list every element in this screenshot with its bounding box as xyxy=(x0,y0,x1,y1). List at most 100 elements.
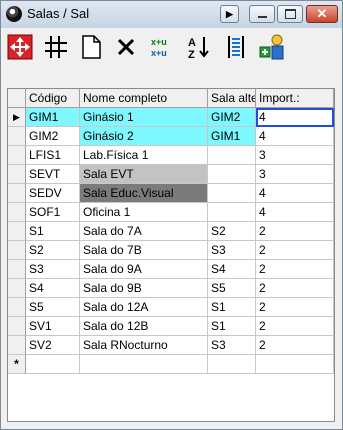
cell-importance[interactable]: 2 xyxy=(256,222,334,241)
cell-alt-room[interactable]: S4 xyxy=(208,260,256,279)
cell-name[interactable]: Oficina 1 xyxy=(80,203,208,222)
cell-name[interactable]: Sala do 7B xyxy=(80,241,208,260)
navigate-icon xyxy=(7,34,33,60)
cell-importance[interactable]: 4 xyxy=(256,184,334,203)
cell-name[interactable]: Ginásio 2 xyxy=(80,127,208,146)
table-row[interactable]: SOF1 Oficina 1 4 xyxy=(8,203,334,222)
cell-code[interactable]: S1 xyxy=(26,222,80,241)
cell-alt-room[interactable] xyxy=(208,165,256,184)
cell-importance[interactable]: 3 xyxy=(256,165,334,184)
table-row[interactable]: SV1 Sala do 12B S1 2 xyxy=(8,317,334,336)
cell-alt-room[interactable]: S5 xyxy=(208,279,256,298)
cell-importance[interactable]: 2 xyxy=(256,279,334,298)
cell-code[interactable]: GIM1 xyxy=(26,108,80,127)
cell-alt-room[interactable]: GIM2 xyxy=(208,108,256,127)
column-header-alt-room[interactable]: Sala alte xyxy=(208,89,256,108)
cell-alt-room[interactable] xyxy=(208,355,256,374)
new-table-row[interactable]: * xyxy=(8,355,334,374)
cell-code[interactable]: SEVT xyxy=(26,165,80,184)
cell-importance[interactable]: 4 xyxy=(256,108,334,127)
cell-name[interactable]: Lab.Física 1 xyxy=(80,146,208,165)
cell-alt-room[interactable] xyxy=(208,203,256,222)
cell-name[interactable]: Sala EVT xyxy=(80,165,208,184)
cell-importance[interactable]: 2 xyxy=(256,336,334,355)
sort-button[interactable]: A Z xyxy=(184,32,214,62)
table-row[interactable]: SEDV Sala Educ.Visual 4 xyxy=(8,184,334,203)
table-row[interactable]: ▶ GIM1 Ginásio 1 GIM2 4 xyxy=(8,108,334,127)
table-row[interactable]: LFIS1 Lab.Física 1 3 xyxy=(8,146,334,165)
column-button[interactable] xyxy=(221,32,251,62)
cell-importance[interactable]: 2 xyxy=(256,317,334,336)
table-row[interactable]: S2 Sala do 7B S3 2 xyxy=(8,241,334,260)
row-indicator xyxy=(8,317,26,336)
cell-code[interactable] xyxy=(26,355,80,374)
cell-alt-room[interactable]: S1 xyxy=(208,317,256,336)
cell-code[interactable]: S2 xyxy=(26,241,80,260)
cell-alt-room[interactable]: S2 xyxy=(208,222,256,241)
cell-importance[interactable]: 2 xyxy=(256,241,334,260)
title-bar[interactable]: Salas / Sal ▶ ✕ xyxy=(1,1,342,28)
column-icon xyxy=(228,36,244,58)
cell-importance[interactable]: 2 xyxy=(256,298,334,317)
cell-code[interactable]: GIM2 xyxy=(26,127,80,146)
toolbar: x+u x+u A Z xyxy=(1,28,342,66)
cell-importance[interactable]: 4 xyxy=(256,127,334,146)
rooms-table[interactable]: Código Nome completo Sala alte Import.: … xyxy=(7,88,335,422)
new-record-button[interactable] xyxy=(76,32,106,62)
minimize-icon xyxy=(250,6,274,22)
cell-code[interactable]: LFIS1 xyxy=(26,146,80,165)
cell-code[interactable]: S4 xyxy=(26,279,80,298)
cell-importance[interactable] xyxy=(256,355,334,374)
maximize-button[interactable] xyxy=(277,5,303,23)
cell-alt-room[interactable] xyxy=(208,146,256,165)
table-row[interactable]: SV2 Sala RNocturno S3 2 xyxy=(8,336,334,355)
cell-alt-room[interactable] xyxy=(208,184,256,203)
navigate-button[interactable] xyxy=(5,32,35,62)
row-indicator xyxy=(8,241,26,260)
cell-alt-room[interactable]: S3 xyxy=(208,241,256,260)
svg-text:Z: Z xyxy=(188,49,195,60)
cell-name[interactable]: Sala do 7A xyxy=(80,222,208,241)
cell-name[interactable]: Sala Educ.Visual xyxy=(80,184,208,203)
cell-code[interactable]: S5 xyxy=(26,298,80,317)
close-button[interactable]: ✕ xyxy=(306,5,338,23)
delete-button[interactable] xyxy=(111,32,141,62)
cell-alt-room[interactable]: S3 xyxy=(208,336,256,355)
cell-code[interactable]: SV1 xyxy=(26,317,80,336)
column-header-code[interactable]: Código xyxy=(26,89,80,108)
row-indicator xyxy=(8,279,26,298)
cell-name[interactable]: Sala do 12B xyxy=(80,317,208,336)
cell-alt-room[interactable]: S1 xyxy=(208,298,256,317)
table-row[interactable]: SEVT Sala EVT 3 xyxy=(8,165,334,184)
app-window: Salas / Sal ▶ ✕ x+u x+u A Z Código Nome … xyxy=(0,0,343,430)
cell-name[interactable] xyxy=(80,355,208,374)
column-header-name[interactable]: Nome completo xyxy=(80,89,208,108)
cell-importance[interactable]: 3 xyxy=(256,146,334,165)
column-header-importance[interactable]: Import.: xyxy=(256,89,334,108)
app-icon[interactable] xyxy=(6,6,22,22)
help-button[interactable]: ▶ xyxy=(220,5,239,23)
cell-name[interactable]: Sala RNocturno xyxy=(80,336,208,355)
minimize-button[interactable] xyxy=(249,5,275,23)
table-row[interactable]: S5 Sala do 12A S1 2 xyxy=(8,298,334,317)
row-indicator xyxy=(8,203,26,222)
table-row[interactable]: S3 Sala do 9A S4 2 xyxy=(8,260,334,279)
cell-code[interactable]: SOF1 xyxy=(26,203,80,222)
cell-name[interactable]: Sala do 9A xyxy=(80,260,208,279)
cell-name[interactable]: Sala do 9B xyxy=(80,279,208,298)
table-row[interactable]: S4 Sala do 9B S5 2 xyxy=(8,279,334,298)
table-row[interactable]: GIM2 Ginásio 2 GIM1 4 xyxy=(8,127,334,146)
cell-importance[interactable]: 2 xyxy=(256,260,334,279)
cell-code[interactable]: S3 xyxy=(26,260,80,279)
cell-alt-room[interactable]: GIM1 xyxy=(208,127,256,146)
grid-button[interactable] xyxy=(41,32,71,62)
cell-name[interactable]: Ginásio 1 xyxy=(80,108,208,127)
cell-name[interactable]: Sala do 12A xyxy=(80,298,208,317)
transpose-button[interactable]: x+u x+u xyxy=(146,32,176,62)
cell-code[interactable]: SV2 xyxy=(26,336,80,355)
cell-importance[interactable]: 4 xyxy=(256,203,334,222)
row-indicator xyxy=(8,127,26,146)
cell-code[interactable]: SEDV xyxy=(26,184,80,203)
table-row[interactable]: S1 Sala do 7A S2 2 xyxy=(8,222,334,241)
assign-button[interactable] xyxy=(257,32,287,62)
